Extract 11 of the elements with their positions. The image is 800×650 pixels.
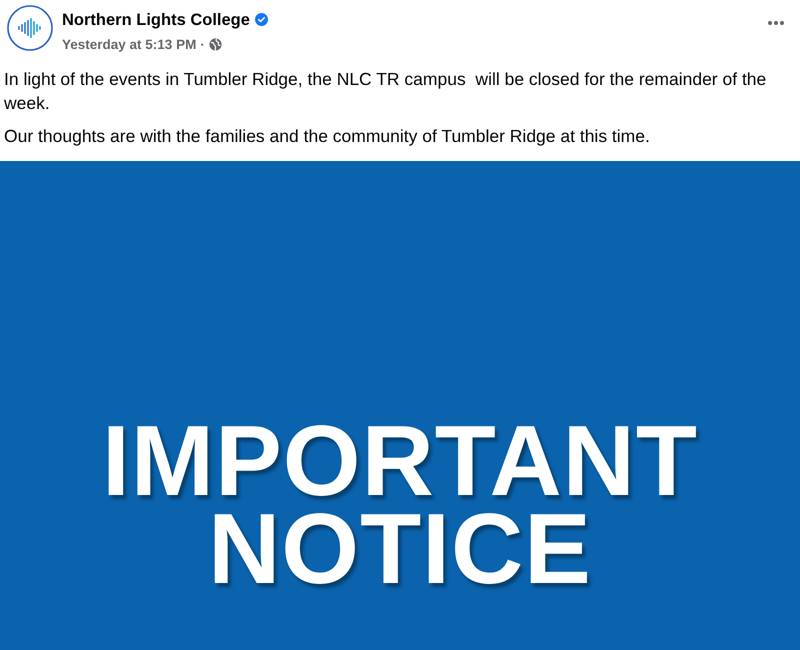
post-text: Our thoughts are with the families and the community of Tumbler Ridge at this time.	[4, 125, 651, 148]
logo-avatar-icon[interactable]	[7, 5, 53, 51]
author-name-link[interactable]: Northern Lights College	[62, 10, 250, 30]
globe-icon[interactable]	[208, 38, 222, 50]
post-text: In light of the events in Tumbler Ridge, the NLC TR campus will be closed for the remainder of the week.	[4, 68, 768, 115]
notice-graphic[interactable]: IMPORTANT NOTICE	[0, 161, 800, 650]
graphic-headline: IMPORTANT	[102, 417, 698, 505]
more-icon	[768, 21, 784, 25]
timestamp-link[interactable]: Yesterday at 5:13 PM	[62, 36, 196, 52]
separator-dot: ·	[200, 36, 205, 52]
graphic-headline: NOTICE	[208, 505, 592, 593]
